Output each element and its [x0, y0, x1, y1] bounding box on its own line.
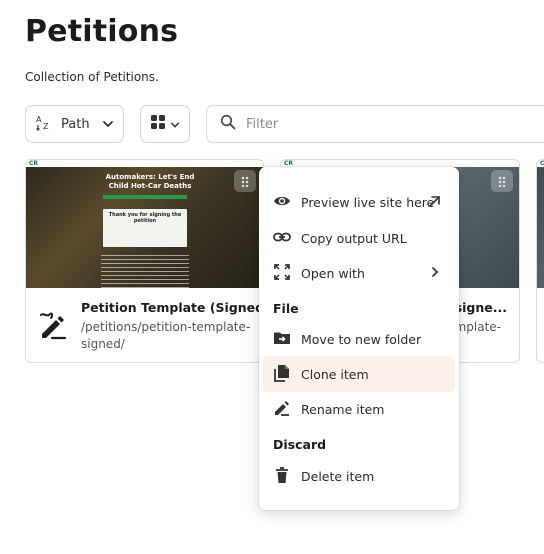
card-path: /petitions/petition-template-signed/ [81, 320, 251, 351]
folder-move-icon [273, 329, 291, 350]
view-mode-dropdown[interactable] [140, 105, 190, 143]
menu-item-label: Delete item [301, 468, 375, 484]
chevron-down-icon [102, 115, 114, 134]
thumbnail-headline: Automakers: Let's End Child Hot-Car Deat… [105, 173, 195, 190]
clone-icon [273, 364, 291, 385]
edit-document-icon [38, 310, 68, 344]
context-menu: Preview live site here Copy output URL O… [259, 167, 459, 510]
thumbnail-form-text: Thank you for signing the petition [108, 212, 182, 224]
menu-item-open-with[interactable]: Open with [263, 255, 455, 291]
sort-label: Path [61, 116, 90, 132]
eye-icon [273, 192, 291, 213]
menu-section-discard: Discard [273, 437, 327, 452]
menu-item-label: Copy output URL [301, 230, 407, 246]
thumbnail-progress [103, 195, 187, 199]
trash-icon [273, 466, 291, 487]
menu-item-rename-item[interactable]: Rename item [263, 391, 455, 427]
sort-dropdown[interactable]: AZ Path [25, 105, 124, 143]
card-thumbnail[interactable]: CR [537, 160, 544, 288]
card-title[interactable]: Petition Template (Signed) [81, 300, 263, 315]
page-title: Petitions [25, 14, 179, 49]
thumbnail-body-text [101, 255, 189, 288]
brand-logo: CR [540, 160, 544, 167]
menu-item-preview-live-site[interactable]: Preview live site here [263, 184, 455, 220]
search-icon [220, 114, 236, 134]
page-description: Collection of Petitions. [25, 70, 159, 84]
chevron-down-icon [170, 115, 180, 134]
menu-item-clone-item[interactable]: Clone item [263, 356, 455, 392]
content-card[interactable]: CR Automakers: Let's End Child Hot-Car D… [25, 159, 264, 363]
thumbnail-image [537, 167, 544, 288]
card-path: mplate- [454, 320, 501, 334]
chevron-right-icon [429, 266, 441, 281]
thumbnail-form: Thank you for signing the petition [103, 209, 187, 247]
menu-section-file: File [273, 301, 299, 316]
card-thumbnail[interactable]: CR Automakers: Let's End Child Hot-Car D… [26, 160, 263, 288]
menu-item-label: Rename item [301, 401, 385, 417]
menu-item-label: Preview live site here [301, 194, 435, 210]
brand-logo: CR [284, 160, 294, 167]
open-with-icon [273, 263, 291, 284]
drag-handle-icon[interactable] [234, 170, 256, 192]
menu-item-label: Move to new folder [301, 331, 422, 347]
menu-item-label: Open with [301, 265, 365, 281]
brand-logo: CR [29, 160, 39, 167]
link-icon [273, 228, 291, 249]
menu-item-delete-item[interactable]: Delete item [263, 458, 455, 494]
menu-item-move-to-new-folder[interactable]: Move to new folder [263, 321, 455, 357]
content-card[interactable]: CR [536, 159, 544, 363]
filter-input[interactable] [246, 116, 526, 132]
svg-text:A: A [36, 115, 42, 124]
filter-box[interactable] [206, 105, 544, 143]
sort-az-icon: AZ [35, 113, 53, 135]
svg-text:Z: Z [43, 122, 49, 131]
menu-item-copy-output-url[interactable]: Copy output URL [263, 220, 455, 256]
thumbnail-image: Automakers: Let's End Child Hot-Car Deat… [26, 167, 263, 288]
external-link-arrow-icon [428, 195, 441, 211]
drag-handle-icon[interactable] [491, 170, 513, 192]
menu-item-label: Clone item [301, 366, 369, 382]
rename-icon [273, 399, 291, 420]
grid-view-icon [150, 114, 166, 134]
